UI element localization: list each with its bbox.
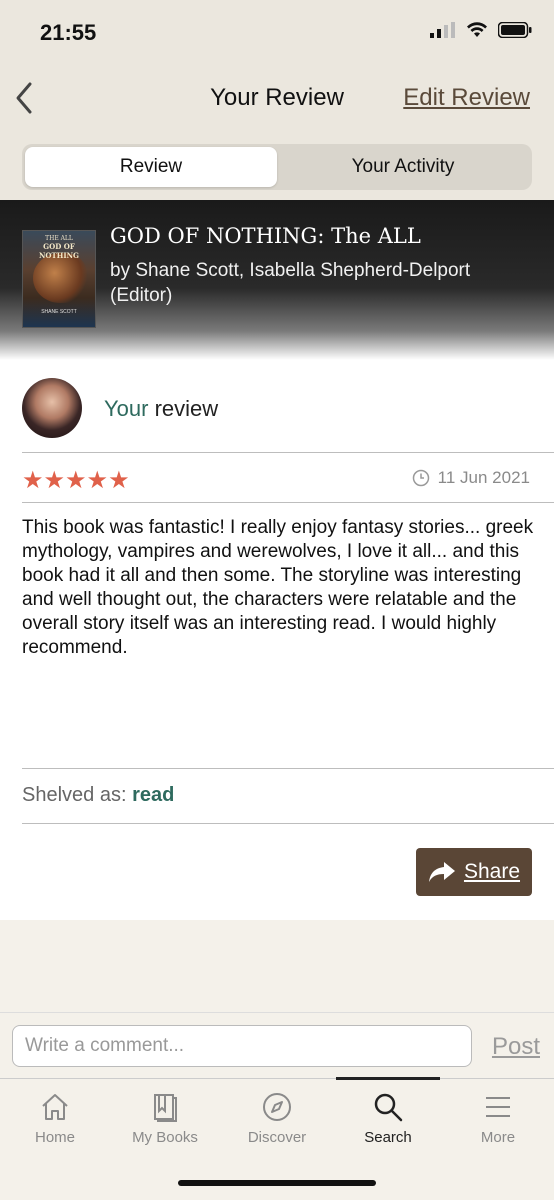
- divider: [22, 452, 554, 453]
- home-indicator: [178, 1180, 376, 1186]
- divider: [22, 768, 554, 769]
- cover-author: SHANE SCOTT: [41, 309, 77, 315]
- tab-review[interactable]: Review: [25, 147, 277, 187]
- tab-more-label: More: [480, 1129, 516, 1146]
- home-icon: [42, 1094, 68, 1120]
- comment-bar: Post: [0, 1012, 554, 1078]
- comment-input[interactable]: [12, 1025, 472, 1067]
- status-bar: 21:55: [0, 0, 554, 64]
- signal-icon: [430, 22, 455, 38]
- tab-my-books[interactable]: My Books: [110, 1079, 220, 1165]
- shelved-label: Shelved as:: [22, 784, 133, 806]
- books-icon: [154, 1094, 177, 1122]
- cover-top-text: THE ALL: [45, 235, 73, 242]
- edit-review-link[interactable]: Edit Review: [403, 84, 530, 112]
- book-cover[interactable]: THE ALL GOD OF NOTHING SHANE SCOTT: [22, 230, 96, 328]
- post-button[interactable]: Post: [492, 1033, 540, 1061]
- tab-home[interactable]: Home: [0, 1079, 110, 1165]
- segmented-control: Review Your Activity: [22, 144, 532, 190]
- tab-home-label: Home: [34, 1129, 75, 1146]
- menu-icon: [486, 1097, 510, 1117]
- book-title[interactable]: GOD OF NOTHING: The ALL: [110, 224, 421, 248]
- review-heading-accent: Your: [104, 396, 149, 421]
- divider: [22, 823, 554, 824]
- avatar[interactable]: [22, 378, 82, 438]
- compass-icon: [263, 1093, 291, 1121]
- tab-discover-label: Discover: [247, 1129, 307, 1146]
- book-header: THE ALL GOD OF NOTHING SHANE SCOTT GOD O…: [0, 200, 554, 360]
- review-heading-rest: review: [148, 396, 219, 421]
- cover-artwork: [33, 253, 87, 303]
- divider: [22, 502, 554, 503]
- battery-icon: [498, 22, 532, 38]
- wifi-icon: [467, 22, 487, 37]
- tab-discover[interactable]: Discover: [222, 1079, 332, 1165]
- share-button[interactable]: Share: [416, 848, 532, 896]
- tab-more[interactable]: More: [443, 1079, 553, 1165]
- tab-my-books-label: My Books: [132, 1129, 198, 1146]
- star-rating: ★★★★★: [22, 467, 130, 494]
- tab-search[interactable]: Search: [333, 1079, 443, 1165]
- review-card: Your review ★★★★★ 11 Jun 2021 This book …: [0, 360, 554, 920]
- shelf-link[interactable]: read: [132, 784, 174, 806]
- share-icon: [428, 862, 455, 882]
- nav-bar: Your Review Edit Review Review Your Acti…: [0, 64, 554, 200]
- shelved-as: Shelved as: read: [22, 784, 174, 807]
- tab-your-activity[interactable]: Your Activity: [277, 147, 529, 187]
- review-heading: Your review: [104, 396, 218, 422]
- review-date-text: 11 Jun 2021: [437, 468, 530, 487]
- share-label: Share: [463, 860, 521, 883]
- tab-search-label: Search: [364, 1129, 412, 1146]
- status-icons: [430, 22, 532, 38]
- clock-icon: [412, 469, 429, 487]
- review-body: This book was fantastic! I really enjoy …: [22, 517, 534, 658]
- search-icon: [374, 1093, 403, 1122]
- review-date: 11 Jun 2021: [412, 468, 530, 488]
- status-time: 21:55: [40, 20, 97, 45]
- cover-title: GOD OF NOTHING: [39, 242, 79, 260]
- book-authors[interactable]: by Shane Scott, Isabella Shepherd-Delpor…: [110, 258, 530, 308]
